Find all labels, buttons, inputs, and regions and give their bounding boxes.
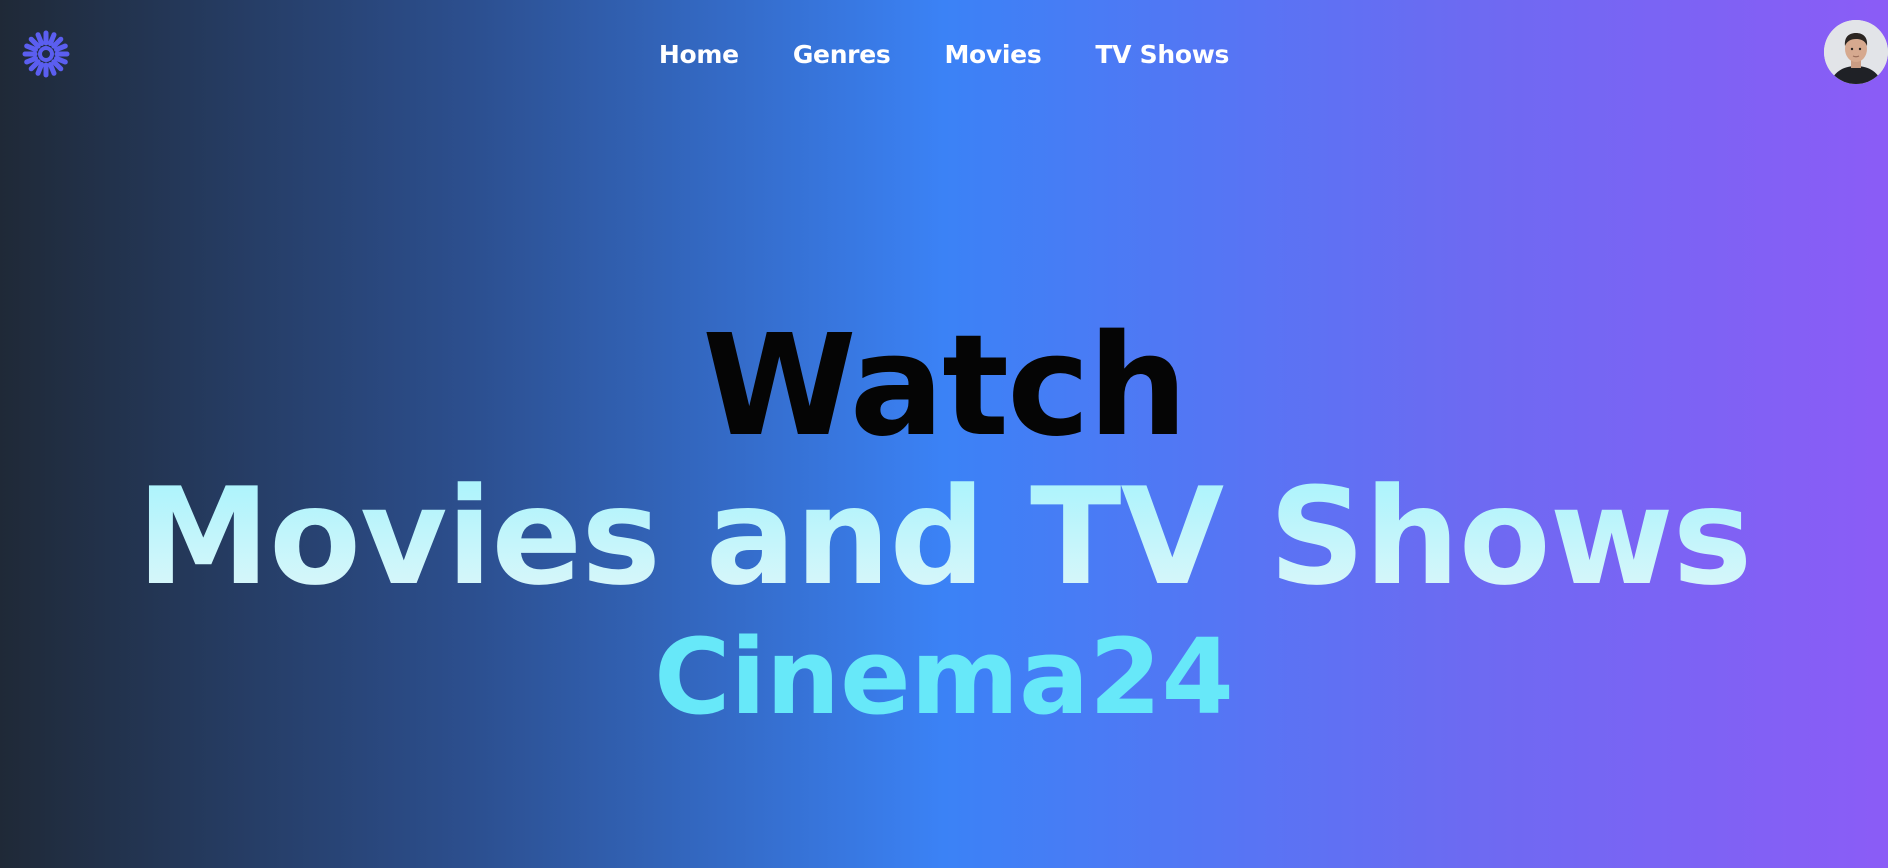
nav-movies[interactable]: Movies <box>944 40 1041 69</box>
hero-title-movies-tv: Movies and TV Shows <box>0 462 1888 612</box>
hero-section: Watch Movies and TV Shows Cinema24 <box>0 305 1888 738</box>
hero-brand-name: Cinema24 <box>654 616 1234 738</box>
main-nav: Home Genres Movies TV Shows <box>0 0 1888 108</box>
nav-genres[interactable]: Genres <box>793 40 891 69</box>
person-avatar-icon <box>1824 20 1888 84</box>
user-avatar[interactable] <box>1824 20 1888 84</box>
hero-title-watch: Watch <box>702 305 1188 468</box>
nav-tv-shows[interactable]: TV Shows <box>1095 40 1229 69</box>
top-navigation-bar: Home Genres Movies TV Shows <box>0 0 1888 108</box>
nav-home[interactable]: Home <box>659 40 739 69</box>
